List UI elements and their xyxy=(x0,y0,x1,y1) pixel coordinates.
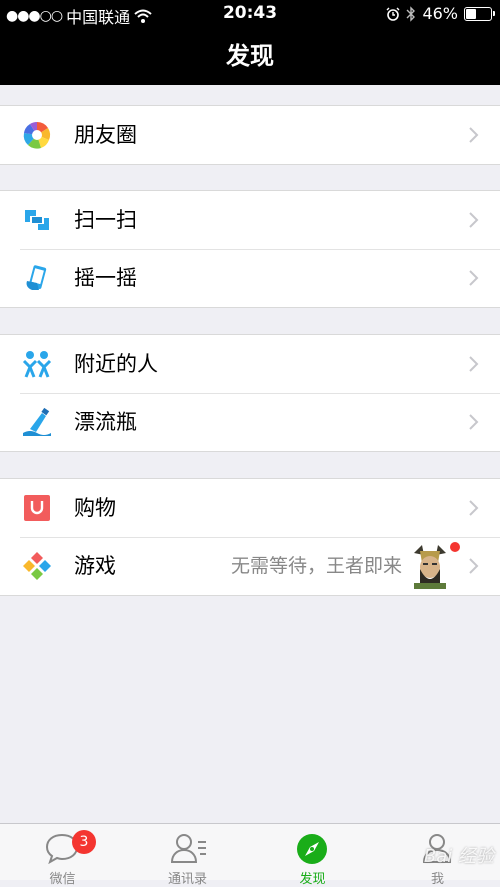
people-nearby-icon xyxy=(22,351,52,378)
game-character-avatar xyxy=(414,545,446,589)
chevron-right-icon xyxy=(469,127,479,143)
contacts-icon xyxy=(170,834,206,863)
page-title: 发现 xyxy=(226,42,274,70)
status-bar: ●●●○○ 中国联通 20:43 46% xyxy=(0,0,500,28)
moments-icon xyxy=(23,121,51,149)
tab-contacts[interactable]: 通讯录 xyxy=(125,824,250,887)
menu-item-shopping[interactable]: 购物 xyxy=(0,479,500,537)
chevron-right-icon xyxy=(469,500,479,516)
tab-label-contacts: 通讯录 xyxy=(167,872,207,887)
nearby-bottle-group: 附近的人 漂流瓶 xyxy=(0,334,500,452)
compass-icon xyxy=(297,834,327,864)
menu-item-moments[interactable]: 朋友圈 xyxy=(0,106,500,164)
unread-badge: 3 xyxy=(72,830,96,854)
drift-bottle-icon xyxy=(23,407,51,436)
moments-group: 朋友圈 xyxy=(0,105,500,165)
watermark: Bai 经验 xyxy=(423,846,494,867)
battery-percent: 46% xyxy=(422,4,458,23)
menu-item-drift-bottle[interactable]: 漂流瓶 xyxy=(0,393,500,451)
notification-dot xyxy=(450,542,460,552)
tab-label-me: 我 xyxy=(430,872,444,887)
menu-label-moments: 朋友圈 xyxy=(74,123,137,147)
menu-label-shopping: 购物 xyxy=(74,496,116,520)
nav-bar: 发现 xyxy=(0,28,500,85)
tab-chats[interactable]: 3 微信 xyxy=(0,824,125,887)
scan-shake-group: 扫一扫 摇一摇 xyxy=(0,190,500,308)
menu-label-people-nearby: 附近的人 xyxy=(74,352,158,376)
menu-item-scan[interactable]: 扫一扫 xyxy=(0,191,500,249)
chevron-right-icon xyxy=(469,414,479,430)
bluetooth-icon xyxy=(406,5,416,22)
shopping-games-group: 购物 游戏 无需等待，王者即来 xyxy=(0,478,500,596)
shopping-icon xyxy=(24,495,50,521)
scan-icon xyxy=(25,210,49,230)
menu-item-shake[interactable]: 摇一摇 xyxy=(0,249,500,307)
menu-label-shake: 摇一摇 xyxy=(74,266,137,290)
chevron-right-icon xyxy=(469,558,479,574)
alarm-icon xyxy=(386,7,400,21)
games-icon xyxy=(23,552,51,580)
menu-item-games[interactable]: 游戏 无需等待，王者即来 xyxy=(0,537,500,595)
games-promo-text: 无需等待，王者即来 xyxy=(230,555,402,577)
battery-icon xyxy=(464,6,495,21)
menu-label-scan: 扫一扫 xyxy=(74,208,137,232)
menu-label-drift-bottle: 漂流瓶 xyxy=(74,410,137,434)
tab-label-chats: 微信 xyxy=(49,872,76,887)
menu-label-games: 游戏 xyxy=(74,554,116,578)
chevron-right-icon xyxy=(469,270,479,286)
chevron-right-icon xyxy=(469,356,479,372)
tab-label-discover: 发现 xyxy=(299,872,326,887)
shake-icon xyxy=(26,265,47,290)
menu-item-people-nearby[interactable]: 附近的人 xyxy=(0,335,500,393)
chevron-right-icon xyxy=(469,212,479,228)
tab-discover[interactable]: 发现 xyxy=(250,824,375,887)
